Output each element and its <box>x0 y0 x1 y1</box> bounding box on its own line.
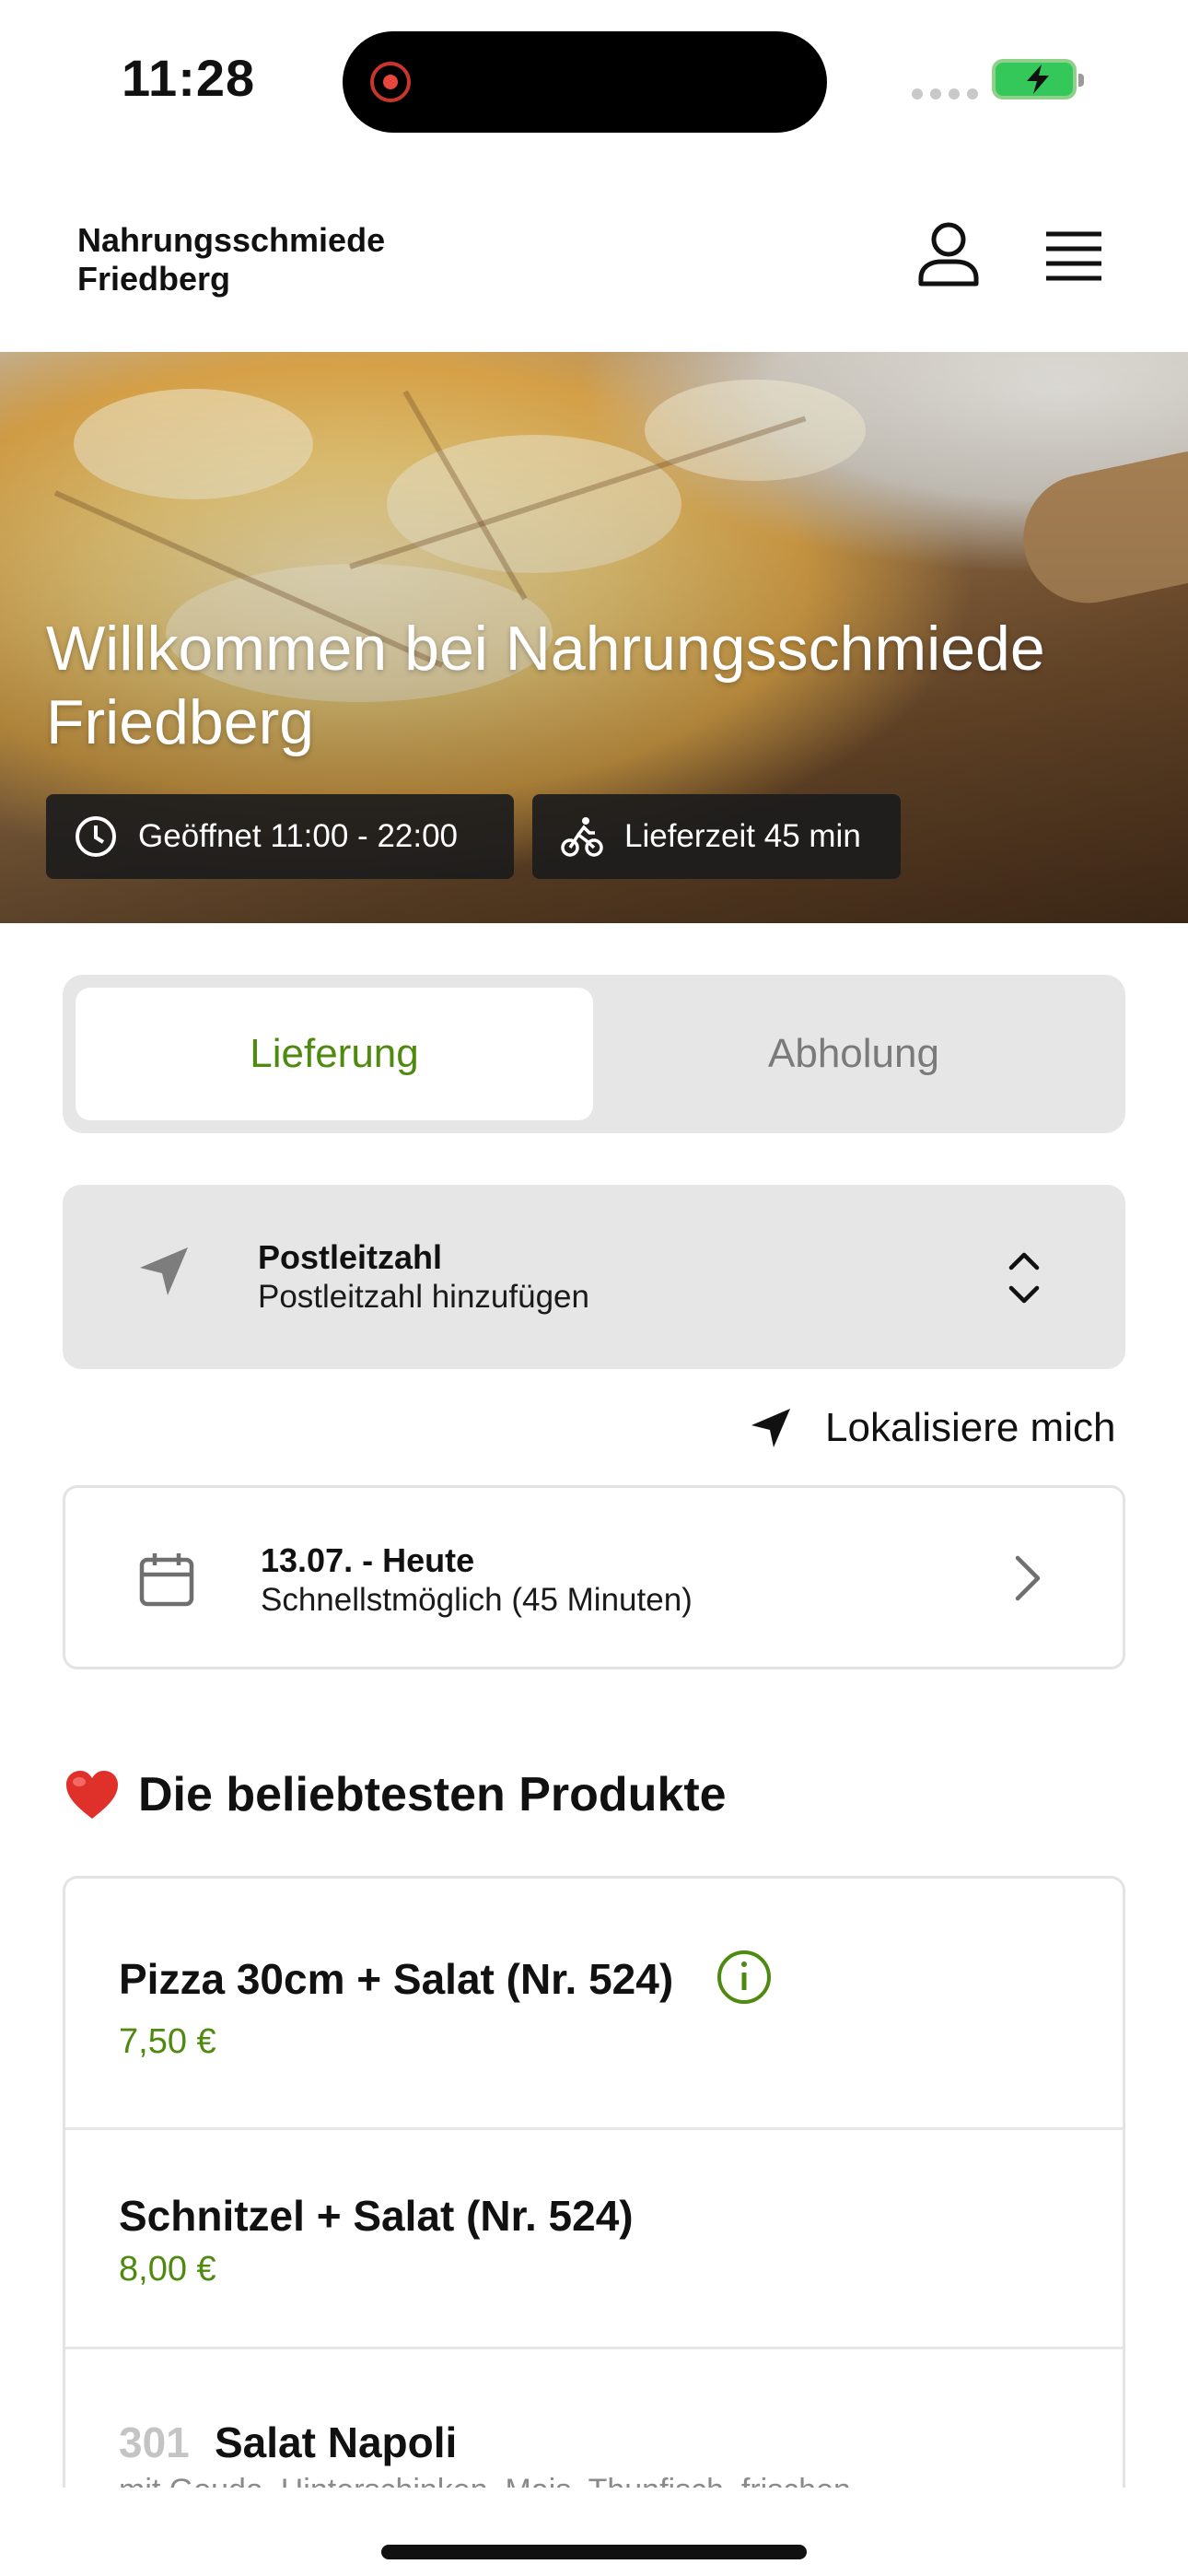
status-bar: 11:28 <box>0 0 1188 157</box>
delivery-time-option: Schnellstmöglich (45 Minuten) <box>261 1582 693 1618</box>
postcode-select[interactable]: Postleitzahl Postleitzahl hinzufügen <box>63 1185 1125 1369</box>
opening-hours-text: Geöffnet 11:00 - 22:00 <box>138 818 459 854</box>
clock-icon <box>76 816 116 857</box>
hero-title: Willkommen bei Nahrungsschmiede Friedber… <box>46 614 1045 757</box>
bicycle-icon <box>561 817 603 857</box>
chevron-right-icon <box>1015 1555 1041 1601</box>
product-price: 7,50 € <box>119 2022 216 2061</box>
order-mode-toggle: Lieferung Abholung <box>63 975 1125 1133</box>
postcode-placeholder: Postleitzahl hinzufügen <box>258 1279 589 1315</box>
dynamic-island <box>343 31 827 133</box>
postcode-label: Postleitzahl <box>258 1238 443 1276</box>
product-number: 301 <box>119 2418 190 2466</box>
bottom-safe-area <box>0 2488 1188 2576</box>
delivery-date: 13.07. - Heute <box>261 1541 475 1579</box>
signal-dots-icon <box>912 88 978 100</box>
tab-pickup[interactable]: Abholung <box>595 988 1112 1120</box>
product-item[interactable]: Pizza 30cm + Salat (Nr. 524) 7,50 € <box>65 1879 1123 2130</box>
home-indicator[interactable] <box>381 2545 807 2559</box>
brand-name[interactable]: Nahrungsschmiede Friedberg <box>77 221 464 299</box>
hero-banner: Willkommen bei Nahrungsschmiede Friedber… <box>0 352 1188 923</box>
app-header: Nahrungsschmiede Friedberg <box>0 157 1188 352</box>
brand-line-1: Nahrungsschmiede <box>77 221 386 259</box>
heart-icon <box>66 1771 118 1819</box>
hamburger-menu-icon[interactable] <box>1044 230 1103 282</box>
product-price: 8,00 € <box>119 2250 216 2289</box>
opening-hours-chip: Geöffnet 11:00 - 22:00 <box>46 794 514 879</box>
popular-products-heading: Die beliebtesten Produkte <box>64 1767 727 1822</box>
status-time: 11:28 <box>122 49 256 107</box>
delivery-time-text: Lieferzeit 45 min <box>624 818 861 854</box>
locate-me-button[interactable]: Lokalisiere mich <box>750 1399 1115 1458</box>
locate-me-label: Lokalisiere mich <box>825 1405 1116 1450</box>
user-icon[interactable] <box>917 221 980 287</box>
delivery-time-selector[interactable]: 13.07. - Heute Schnellstmöglich (45 Minu… <box>63 1485 1125 1669</box>
product-item[interactable]: Schnitzel + Salat (Nr. 524) 8,00 € <box>65 2130 1123 2349</box>
delivery-time-chip: Lieferzeit 45 min <box>532 794 901 879</box>
battery-charging-icon <box>992 59 1084 100</box>
tab-delivery[interactable]: Lieferung <box>76 988 593 1120</box>
brand-line-2: Friedberg <box>77 260 231 298</box>
navigation-arrow-icon <box>140 1247 188 1295</box>
popular-products-title: Die beliebtesten Produkte <box>138 1768 727 1821</box>
product-name: Salat Napoli <box>215 2418 458 2466</box>
calendar-icon <box>139 1553 194 1607</box>
info-icon[interactable] <box>716 1949 773 2006</box>
location-arrow-icon <box>751 1409 790 1447</box>
chevron-up-down-icon <box>1008 1252 1040 1304</box>
product-list: Pizza 30cm + Salat (Nr. 524) 7,50 € Schn… <box>63 1876 1125 2576</box>
recording-indicator-icon <box>370 62 411 102</box>
product-name: Schnitzel + Salat (Nr. 524) <box>119 2192 634 2240</box>
product-name: Pizza 30cm + Salat (Nr. 524) <box>119 1955 674 2003</box>
